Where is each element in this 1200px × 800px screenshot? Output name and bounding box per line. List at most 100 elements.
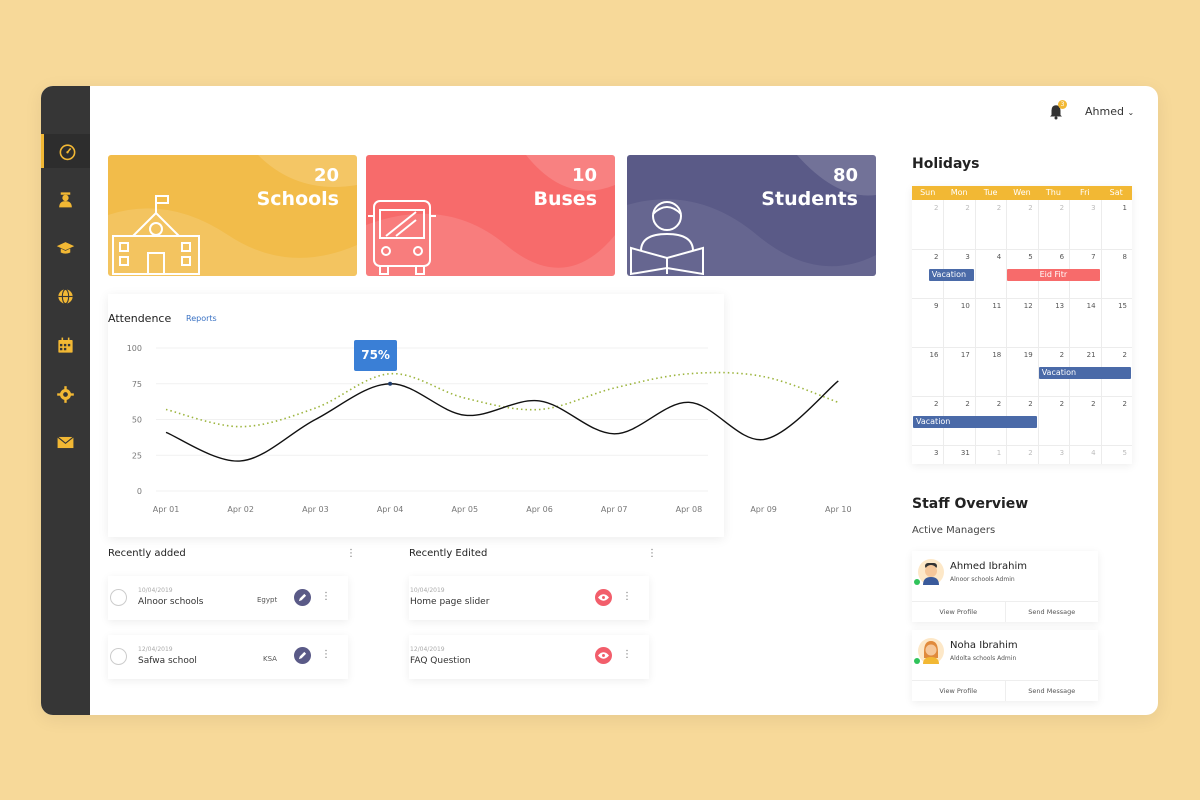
calendar-day[interactable]: 6 [1038,253,1064,261]
calendar-day[interactable]: 15 [1101,302,1127,310]
view-profile-button[interactable]: View Profile [912,681,1006,701]
recently-edited-title: Recently Edited [409,548,488,559]
calendar-day[interactable]: 5 [1101,449,1127,457]
calendar-day[interactable]: 2 [912,400,938,408]
calendar-event[interactable]: Vacation [1038,367,1131,379]
calendar-day[interactable]: 4 [975,253,1001,261]
calendar-day[interactable]: 18 [975,351,1001,359]
x-tick-label: Apr 08 [676,505,703,514]
view-button[interactable] [595,589,612,606]
recently-added-menu-icon[interactable]: ⋮ [346,549,356,559]
calendar-day[interactable]: 10 [943,302,970,310]
calendar-day[interactable]: 2 [1038,400,1064,408]
manager-actions: View Profile Send Message [912,601,1098,622]
x-tick-label: Apr 07 [601,505,628,514]
calendar-day[interactable]: 9 [912,302,938,310]
calendar-gridline [1037,200,1039,464]
item-date: 10/04/2019 [138,587,173,594]
calendar-day[interactable]: 16 [912,351,939,359]
calendar-day[interactable]: 12 [1006,302,1033,310]
calendar-day[interactable]: 2 [943,204,969,212]
schools-label: Schools [256,188,339,210]
y-tick-label: 25 [132,451,142,460]
y-tick-label: 75 [132,380,142,389]
calendar-day[interactable]: 4 [1069,449,1095,457]
calendar-day[interactable]: 2 [943,400,969,408]
nav-messages[interactable] [41,425,90,459]
stat-card-buses[interactable]: 10 Buses [366,155,615,276]
send-message-button[interactable]: Send Message [1006,681,1099,701]
chart-tooltip: 75% [354,339,398,371]
edit-button[interactable] [294,647,311,664]
nav-users[interactable] [41,182,90,216]
list-item[interactable]: 10/04/2019 Home page slider ⋮ [409,576,649,620]
calendar-event[interactable]: Vacation [913,416,1037,428]
weekday-label: Tue [983,188,998,197]
calendar-day[interactable]: 21 [1069,351,1096,359]
calendar-event[interactable]: Vacation [928,269,974,281]
graduation-cap-icon [56,241,75,254]
item-date: 12/04/2019 [410,646,445,653]
calendar-day[interactable]: 13 [1038,302,1064,310]
calendar-day[interactable]: 14 [1069,302,1096,310]
item-menu-icon[interactable]: ⋮ [321,592,331,602]
calendar-day[interactable]: 3 [1069,204,1095,212]
edit-button[interactable] [294,589,311,606]
calendar-day[interactable]: 8 [1101,253,1127,261]
calendar-day[interactable]: 2 [1006,449,1032,457]
calendar-day[interactable]: 1 [975,449,1001,457]
nav-dashboard[interactable] [41,134,90,168]
calendar-day[interactable]: 2 [1038,204,1064,212]
calendar-day[interactable]: 3 [1038,449,1064,457]
calendar-day[interactable]: 2 [975,400,1001,408]
globe-icon [58,288,73,304]
manager-name: Ahmed Ibrahim [950,561,1027,572]
calendar-day[interactable]: 1 [1101,204,1127,212]
nav-globe[interactable] [41,279,90,313]
nav-calendar[interactable] [41,328,90,362]
calendar-day[interactable]: 2 [1101,351,1127,359]
calendar-day[interactable]: 3 [943,253,969,261]
recently-edited-menu-icon[interactable]: ⋮ [647,549,657,559]
calendar-day[interactable]: 2 [1101,400,1127,408]
list-item[interactable]: 12/04/2019 FAQ Question ⋮ [409,635,649,679]
calendar-day[interactable]: 2 [1006,400,1032,408]
calendar-day[interactable]: 2 [975,204,1001,212]
calendar-gridline [1069,200,1071,464]
reports-link[interactable]: Reports [186,314,217,323]
calendar-icon [58,337,73,353]
calendar-day[interactable]: 2 [912,253,938,261]
calendar-day[interactable]: 2 [912,204,938,212]
calendar-day[interactable]: 5 [1006,253,1032,261]
calendar-day[interactable]: 11 [975,302,1001,310]
highlight-point [388,381,393,386]
user-menu[interactable]: Ahmed ⌄ [1085,105,1134,118]
view-profile-button[interactable]: View Profile [912,602,1006,622]
item-menu-icon[interactable]: ⋮ [321,650,331,660]
manager-card: Noha Ibrahim Aldolta schools Admin View … [912,630,1098,701]
view-button[interactable] [595,647,612,664]
holidays-calendar: Sun Mon Tue Wen Thu Fri Sat 2 2 2 2 2 3 1 2 3 4 5 6 7 8 9 10 1… [912,186,1132,464]
holidays-title: Holidays [912,156,980,172]
calendar-day[interactable]: 3 [912,449,938,457]
calendar-day[interactable]: 31 [943,449,970,457]
stat-card-students[interactable]: 80 Students [627,155,876,276]
calendar-day[interactable]: 2 [1038,351,1064,359]
list-item[interactable]: 10/04/2019 Alnoor schools Egypt ⋮ [108,576,348,620]
calendar-day[interactable]: 19 [1006,351,1033,359]
calendar-day[interactable]: 2 [1006,204,1032,212]
list-item[interactable]: 12/04/2019 Safwa school KSA ⋮ [108,635,348,679]
weekday-label: Mon [950,188,968,197]
item-menu-icon[interactable]: ⋮ [622,592,632,602]
calendar-gridline [912,298,1132,299]
nav-settings[interactable] [41,377,90,411]
calendar-day[interactable]: 7 [1069,253,1095,261]
send-message-button[interactable]: Send Message [1006,602,1099,622]
calendar-event[interactable]: Eid Fitr [1007,269,1100,281]
calendar-day[interactable]: 17 [943,351,970,359]
calendar-day[interactable]: 2 [1069,400,1095,408]
item-menu-icon[interactable]: ⋮ [622,650,632,660]
weekday-label: Sat [1109,188,1123,197]
nav-education[interactable] [41,231,90,265]
stat-card-schools[interactable]: 20 Schools [108,155,357,276]
